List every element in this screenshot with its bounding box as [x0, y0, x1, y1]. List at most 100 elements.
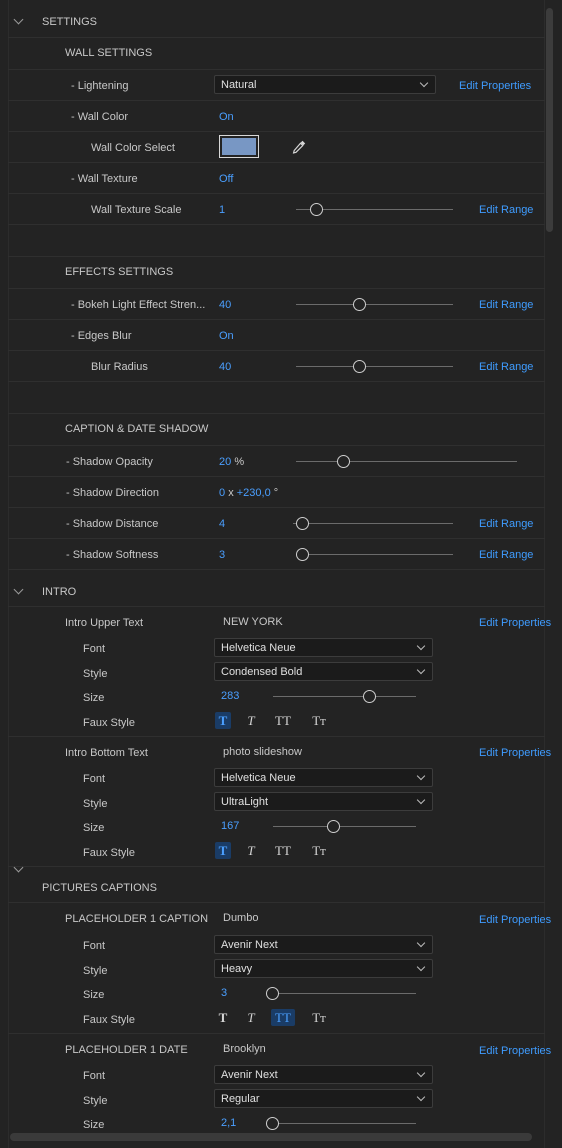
divider: [8, 69, 545, 70]
horizontal-scrollbar[interactable]: [10, 1133, 532, 1141]
faux-allcaps-icon[interactable]: TT: [271, 712, 295, 729]
wall-texture-value[interactable]: Off: [219, 173, 233, 185]
divider: [8, 224, 545, 225]
settings-title: SETTINGS: [42, 16, 98, 28]
shadow-softness-slider-knob[interactable]: [296, 548, 309, 561]
caption1-size-value[interactable]: 3: [221, 987, 227, 999]
faux-allcaps-icon[interactable]: TT: [271, 1009, 295, 1026]
bokeh-edit-range-link[interactable]: Edit Range: [479, 299, 533, 311]
faux-bold-icon[interactable]: T: [215, 842, 231, 859]
intro-upper-font-select[interactable]: Helvetica Neue: [214, 638, 433, 657]
date1-size-label: Size: [83, 1119, 105, 1131]
intro-bottom-size-slider-knob[interactable]: [327, 820, 341, 833]
bokeh-slider-knob[interactable]: [353, 298, 367, 311]
wall-color-swatch[interactable]: [219, 135, 259, 158]
blur-radius-edit-range-link[interactable]: Edit Range: [479, 361, 533, 373]
divider: [8, 866, 545, 867]
divider: [8, 569, 545, 570]
faux-italic-icon[interactable]: T: [243, 712, 259, 729]
shadow-softness-value[interactable]: 3: [219, 549, 225, 561]
faux-italic-icon[interactable]: T: [243, 842, 259, 859]
date1-size-track[interactable]: [266, 1123, 416, 1124]
captions-title: PICTURES CAPTIONS: [42, 882, 157, 894]
chevron-down-icon: [416, 1068, 426, 1078]
faux-bold-icon[interactable]: T: [215, 712, 231, 729]
intro-upper-size-slider-knob[interactable]: [363, 690, 377, 703]
blur-radius-track[interactable]: [296, 366, 453, 367]
caption1-size-track[interactable]: [266, 993, 416, 994]
blur-radius-value[interactable]: 40: [219, 361, 231, 373]
divider: [8, 736, 545, 737]
faux-allcaps-icon[interactable]: TT: [271, 842, 295, 859]
shadow-distance-slider-knob[interactable]: [295, 517, 309, 530]
intro-bottom-size-track[interactable]: [273, 826, 416, 827]
wall-color-value[interactable]: On: [219, 111, 234, 123]
date1-text-value[interactable]: Brooklyn: [223, 1043, 266, 1055]
lightening-select[interactable]: Natural: [214, 75, 436, 94]
caption1-faux-style-label: Faux Style: [83, 1014, 135, 1026]
intro-upper-size-track[interactable]: [273, 696, 416, 697]
faux-smallcaps-icon[interactable]: Tт: [307, 842, 331, 859]
intro-bottom-size-value[interactable]: 167: [221, 820, 239, 832]
intro-bottom-style-select[interactable]: UltraLight: [214, 792, 433, 811]
intro-bottom-font-select[interactable]: Helvetica Neue: [214, 768, 433, 787]
faux-smallcaps-icon[interactable]: Tт: [307, 712, 331, 729]
wall-texture-scale-edit-range-link[interactable]: Edit Range: [479, 204, 533, 216]
eyedropper-icon[interactable]: [291, 139, 307, 155]
shadow-direction-separator: x: [228, 487, 234, 499]
caption1-label: PLACEHOLDER 1 CAPTION: [65, 913, 209, 925]
shadow-distance-track[interactable]: [293, 523, 453, 524]
shadow-opacity-track[interactable]: [296, 461, 517, 462]
faux-smallcaps-icon[interactable]: Tт: [307, 1009, 331, 1026]
intro-chevron-icon[interactable]: [13, 584, 24, 595]
caption1-text-value[interactable]: Dumbo: [223, 912, 258, 924]
effects-settings-header: EFFECTS SETTINGS: [65, 266, 174, 278]
shadow-distance-label: - Shadow Distance: [66, 518, 159, 530]
date1-size-value[interactable]: 2,1: [221, 1117, 236, 1129]
shadow-distance-edit-range-link[interactable]: Edit Range: [479, 518, 533, 530]
wall-texture-scale-value[interactable]: 1: [219, 204, 225, 216]
intro-bottom-edit-properties-link[interactable]: Edit Properties: [479, 747, 551, 759]
lightening-edit-properties-link[interactable]: Edit Properties: [459, 80, 531, 92]
shadow-direction-field[interactable]: 0 x +230,0 °: [219, 487, 278, 499]
shadow-softness-edit-range-link[interactable]: Edit Range: [479, 549, 533, 561]
blur-radius-slider-knob[interactable]: [353, 360, 367, 373]
intro-upper-style-label: Style: [83, 668, 108, 680]
chevron-down-icon: [416, 665, 426, 675]
vertical-scrollbar[interactable]: [546, 8, 553, 232]
intro-upper-style-select[interactable]: Condensed Bold: [214, 662, 433, 681]
date1-size-slider-knob[interactable]: [266, 1117, 279, 1130]
divider: [8, 319, 545, 320]
intro-upper-size-value[interactable]: 283: [221, 690, 239, 702]
wall-texture-scale-slider-knob[interactable]: [310, 203, 324, 216]
date1-edit-properties-link[interactable]: Edit Properties: [479, 1045, 551, 1057]
shadow-header: CAPTION & DATE SHADOW: [65, 423, 209, 435]
caption1-edit-properties-link[interactable]: Edit Properties: [479, 914, 551, 926]
settings-chevron-icon[interactable]: [13, 14, 24, 25]
date1-font-select[interactable]: Avenir Next: [214, 1065, 433, 1084]
edges-blur-value[interactable]: On: [219, 330, 234, 342]
intro-bottom-text-value[interactable]: photo slideshow: [223, 746, 302, 758]
intro-upper-edit-properties-link[interactable]: Edit Properties: [479, 617, 551, 629]
caption1-font-select[interactable]: Avenir Next: [214, 935, 433, 954]
bokeh-value[interactable]: 40: [219, 299, 231, 311]
date1-font-value: Avenir Next: [221, 1069, 278, 1081]
captions-chevron-icon[interactable]: [13, 862, 24, 873]
caption1-font-value: Avenir Next: [221, 939, 278, 951]
divider: [8, 256, 545, 257]
date1-style-select[interactable]: Regular: [214, 1089, 433, 1108]
faux-italic-icon[interactable]: T: [243, 1009, 259, 1026]
divider: [8, 445, 545, 446]
caption1-size-slider-knob[interactable]: [266, 987, 279, 1000]
chevron-down-icon: [416, 938, 426, 948]
intro-upper-font-value: Helvetica Neue: [221, 642, 296, 654]
shadow-direction-label: - Shadow Direction: [66, 487, 159, 499]
bokeh-track[interactable]: [296, 304, 453, 305]
shadow-softness-track[interactable]: [296, 554, 453, 555]
caption1-style-select[interactable]: Heavy: [214, 959, 433, 978]
shadow-distance-value[interactable]: 4: [219, 518, 225, 530]
intro-upper-text-value[interactable]: NEW YORK: [223, 616, 283, 628]
shadow-opacity-slider-knob[interactable]: [337, 455, 351, 468]
faux-bold-icon[interactable]: T: [215, 1009, 231, 1026]
shadow-opacity-field[interactable]: 20 %: [219, 456, 244, 468]
